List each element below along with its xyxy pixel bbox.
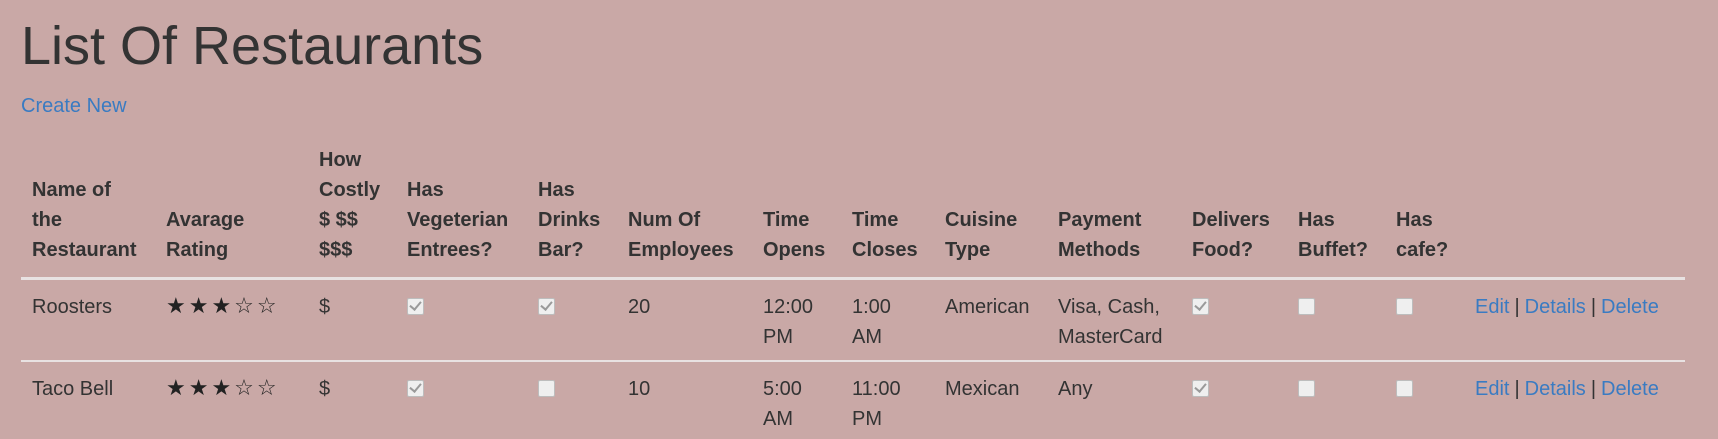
page: List Of Restaurants Create New Name of t… — [0, 0, 1718, 439]
header-opens: Time Opens — [752, 145, 841, 280]
header-closes: Time Closes — [841, 145, 934, 280]
cell-name: Roosters — [21, 278, 155, 362]
cell-cost: $ — [308, 361, 396, 439]
cell-rating: ★★★☆☆ — [155, 361, 308, 439]
header-cuisine: Cuisine Type — [934, 145, 1047, 280]
cell-payment: Visa, Cash, MasterCard — [1047, 278, 1181, 362]
cell-employees: 20 — [617, 278, 752, 362]
cell-buffet — [1287, 361, 1385, 439]
edit-link[interactable]: Edit — [1475, 296, 1509, 318]
action-separator: | — [1590, 296, 1597, 318]
vegetarian-checkbox — [407, 379, 424, 397]
cell-cafe — [1385, 278, 1464, 362]
cell-vegetarian — [396, 278, 527, 362]
edit-link[interactable]: Edit — [1475, 378, 1509, 400]
cell-delivers — [1181, 278, 1287, 362]
details-link[interactable]: Details — [1525, 296, 1586, 318]
vegetarian-checkbox — [407, 297, 424, 315]
page-title: List Of Restaurants — [21, 16, 484, 76]
header-delivers: Delivers Food? — [1181, 145, 1287, 280]
cell-cuisine: Mexican — [934, 361, 1047, 439]
cell-buffet — [1287, 278, 1385, 362]
cafe-checkbox — [1396, 297, 1413, 315]
buffet-checkbox — [1298, 379, 1315, 397]
cell-closes: 11:00 PM — [841, 361, 934, 439]
delivers-checkbox — [1192, 379, 1209, 397]
cell-name: Taco Bell — [21, 361, 155, 439]
header-vegetarian: Has Vegeterian Entrees? — [396, 145, 527, 280]
cell-cafe — [1385, 361, 1464, 439]
header-cost: How Costly $ $$ $$$ — [308, 145, 396, 280]
action-separator: | — [1514, 378, 1520, 400]
restaurants-table: Name of the Restaurant Avarage Rating Ho… — [21, 145, 1685, 439]
header-cafe: Has cafe? — [1385, 145, 1464, 280]
table-row: Taco Bell ★★★☆☆ $ 10 5:00 AM 11:00 PM Me… — [21, 361, 1685, 439]
header-actions — [1464, 145, 1685, 280]
table-row: Roosters ★★★☆☆ $ 20 12:00 PM 1:00 AM Ame… — [21, 278, 1685, 362]
cell-cuisine: American — [934, 278, 1047, 362]
delete-link[interactable]: Delete — [1601, 296, 1659, 318]
table-header-row: Name of the Restaurant Avarage Rating Ho… — [21, 145, 1685, 280]
buffet-checkbox — [1298, 297, 1315, 315]
action-separator: | — [1590, 378, 1597, 400]
cell-drinks-bar — [527, 361, 617, 439]
create-new-link[interactable]: Create New — [21, 92, 127, 120]
cell-vegetarian — [396, 361, 527, 439]
details-link[interactable]: Details — [1525, 378, 1586, 400]
cell-opens: 5:00 AM — [752, 361, 841, 439]
cell-actions: Edit | Details | Delete — [1464, 278, 1685, 362]
delete-link[interactable]: Delete — [1601, 378, 1659, 400]
action-separator: | — [1514, 296, 1520, 318]
header-rating: Avarage Rating — [155, 145, 308, 280]
cell-rating: ★★★☆☆ — [155, 278, 308, 362]
rating-stars: ★★★☆☆ — [166, 376, 280, 401]
cell-employees: 10 — [617, 361, 752, 439]
rating-stars: ★★★☆☆ — [166, 294, 280, 319]
cell-payment: Any — [1047, 361, 1181, 439]
header-employees: Num Of Employees — [617, 145, 752, 280]
cell-actions: Edit | Details | Delete — [1464, 361, 1685, 439]
header-name: Name of the Restaurant — [21, 145, 155, 280]
cafe-checkbox — [1396, 379, 1413, 397]
delivers-checkbox — [1192, 297, 1209, 315]
cell-closes: 1:00 AM — [841, 278, 934, 362]
header-buffet: Has Buffet? — [1287, 145, 1385, 280]
header-payment: Payment Methods — [1047, 145, 1181, 280]
drinks-bar-checkbox — [538, 297, 555, 315]
cell-delivers — [1181, 361, 1287, 439]
header-drinks-bar: Has Drinks Bar? — [527, 145, 617, 280]
cell-cost: $ — [308, 278, 396, 362]
cell-opens: 12:00 PM — [752, 278, 841, 362]
drinks-bar-checkbox — [538, 379, 555, 397]
cell-drinks-bar — [527, 278, 617, 362]
